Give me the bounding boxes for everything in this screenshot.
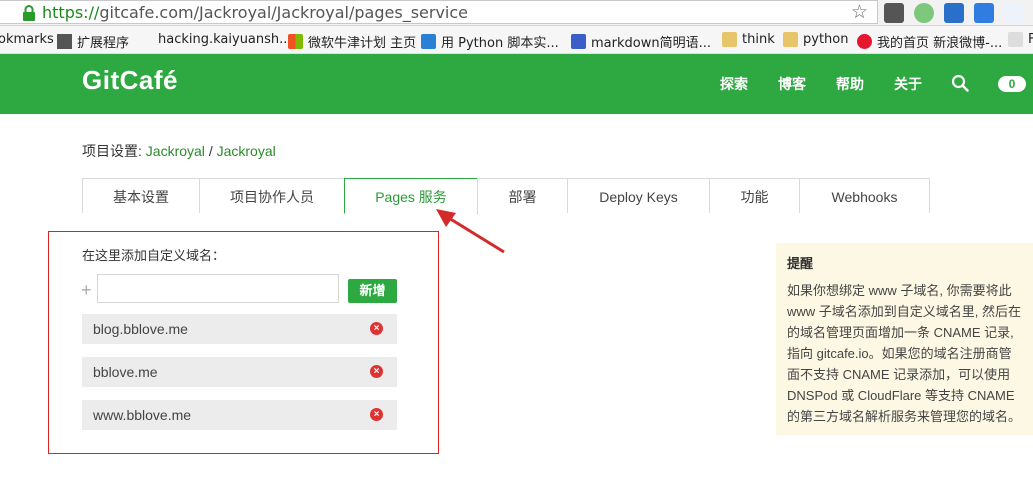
tip-line: DNSPod 或 CloudFlare 等支持 CNAME [787,388,1015,403]
bookmark-label: markdown简明语... [591,36,711,51]
notification-badge[interactable]: 0 [998,76,1026,92]
tab-collaborators[interactable]: 项目协作人员 [199,178,345,213]
tab-webhooks[interactable]: Webhooks [799,178,930,213]
tip-title: 提醒 [787,256,814,271]
page-icon [1008,32,1023,47]
bookmark-folder[interactable]: python [783,32,848,47]
delete-domain-icon[interactable]: × [370,322,383,335]
lock-icon [23,5,35,21]
folder-icon [783,32,798,47]
bookmark-folder[interactable]: think [722,32,775,47]
bookmark-item[interactable]: hacking.kaiyuansh... [158,32,292,47]
bookmark-label: F [1028,32,1033,47]
puzzle-icon [57,34,72,49]
browser-address-bar: https://gitcafe.com/Jackroyal/Jackroyal/… [0,0,1033,26]
bookmark-item[interactable]: 扩展程序 [57,32,129,51]
delete-domain-icon[interactable]: × [370,365,383,378]
domain-list-item: www.bblove.me × [82,400,397,430]
annotation-arrow [436,209,505,254]
folder-icon [722,32,737,47]
bookmark-label: okmarks [0,32,54,47]
nav-help[interactable]: 帮助 [836,74,864,94]
delete-domain-icon[interactable]: × [370,408,383,421]
bookmark-label: 微软牛津计划 主页 [308,36,417,51]
bookmark-item[interactable]: 用 Python 脚本实... [421,32,559,51]
plus-icon: + [81,280,92,300]
tip-line: 指向 gitcafe.io。如果您的域名注册商管 [787,346,1012,361]
url-text: https://gitcafe.com/Jackroyal/Jackroyal/… [42,3,468,22]
evernote-extension-icon[interactable] [884,3,904,23]
custom-domain-input[interactable] [97,274,339,303]
url-host: gitcafe.com [99,3,194,22]
domain-list-item: blog.bblove.me × [82,314,397,344]
weibo-icon [857,34,872,49]
breadcrumb-prefix: 项目设置: [82,143,142,159]
green-dot-extension-icon[interactable] [914,3,934,23]
baidu-icon [571,34,586,49]
b-icon [421,34,436,49]
bookmark-label: 扩展程序 [77,36,130,51]
bookmark-label: 我的首页 新浪微博-... [877,36,1003,51]
gitcafe-logo[interactable]: GitCafé [82,65,178,96]
domain-name: www.bblove.me [93,407,192,423]
v-extension-icon[interactable] [1004,3,1024,23]
bookmark-item[interactable]: 微软牛津计划 主页 [288,32,416,51]
url-field[interactable]: https://gitcafe.com/Jackroyal/Jackroyal/… [0,0,878,24]
tip-box: 提醒 如果你想绑定 www 子域名, 你需要将此 www 子域名添加到自定义域名… [776,243,1033,435]
tip-line: 的第三方域名解析服务来管理您的域名。 [787,409,1022,424]
add-domain-button[interactable]: 新增 [348,279,397,303]
tip-line: www 子域名添加到自定义域名里, 然后在 [787,304,1022,319]
url-path: /Jackroyal/Jackroyal/pages_service [193,3,468,22]
url-scheme: https:// [42,3,100,22]
microsoft-icon [288,34,303,49]
bookmark-label: think [742,32,775,47]
domain-name: blog.bblove.me [93,321,188,337]
search-icon[interactable] [951,74,969,92]
bookmark-label: 用 Python 脚本实... [441,36,559,51]
tab-deploy-keys[interactable]: Deploy Keys [567,178,710,213]
c-extension-icon[interactable] [974,3,994,23]
bookmark-label: python [803,32,849,47]
custom-domain-title: 在这里添加自定义域名： [82,248,226,263]
bookmark-label: hacking.kaiyuansh... [158,32,292,47]
domain-name: bblove.me [93,364,158,380]
nav-about[interactable]: 关于 [894,74,922,94]
domain-list-item: bblove.me × [82,357,397,387]
bookmark-item[interactable]: markdown简明语... [571,32,711,51]
breadcrumb-repo-link[interactable]: Jackroyal [217,143,276,159]
bookmark-star-icon[interactable]: ☆ [851,3,868,23]
tip-line: 面不支持 CNAME 记录添加，可以使用 [787,367,1011,382]
tip-line: 的域名管理页面增加一条 CNAME 记录, [787,325,1014,340]
translate-extension-icon[interactable] [944,3,964,23]
tab-features[interactable]: 功能 [709,178,800,213]
nav-explore[interactable]: 探索 [720,74,748,94]
bookmark-item[interactable]: F [1008,32,1033,47]
breadcrumb: 项目设置: Jackroyal / Jackroyal [82,141,276,161]
bookmark-item[interactable]: okmarks [0,32,54,47]
tab-basic-settings[interactable]: 基本设置 [82,178,200,213]
bookmarks-bar: okmarks 扩展程序 hacking.kaiyuansh... 微软牛津计划… [0,26,1033,54]
tip-line: 如果你想绑定 www 子域名, 你需要将此 [787,283,1012,298]
nav-blog[interactable]: 博客 [778,74,806,94]
site-header: GitCafé 探索 博客 帮助 关于 0 [0,54,1033,114]
bookmark-item[interactable]: 我的首页 新浪微博-... [857,32,1002,51]
extension-icons [884,3,1024,23]
breadcrumb-separator: / [208,143,213,159]
breadcrumb-owner-link[interactable]: Jackroyal [146,143,205,159]
